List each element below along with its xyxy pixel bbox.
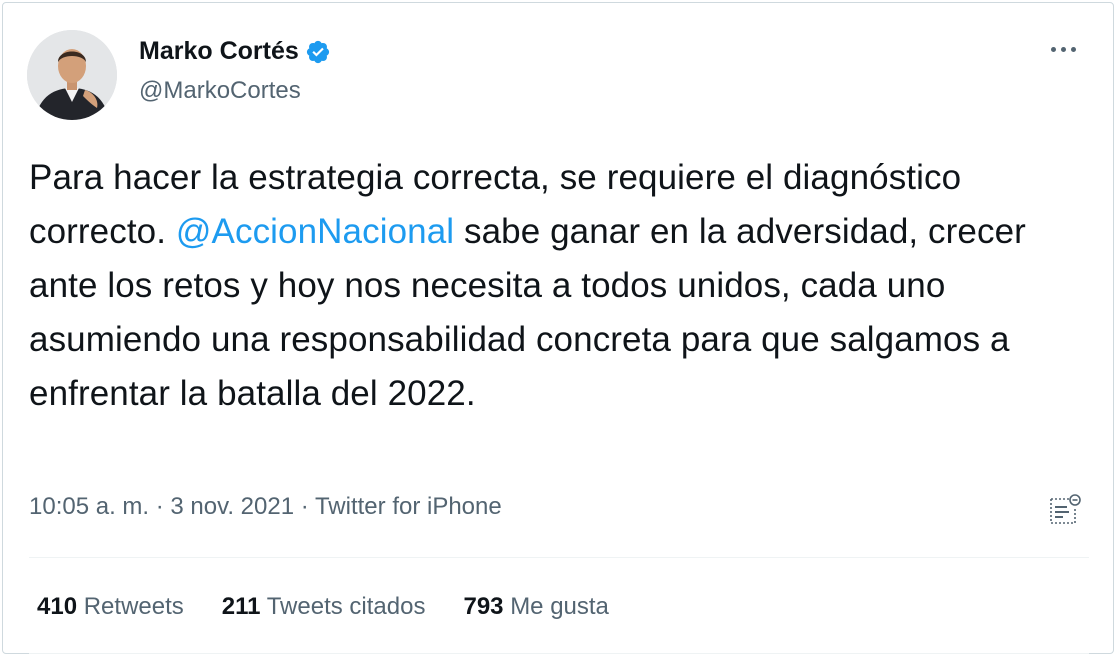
retweets-stat[interactable]: 410 Retweets	[37, 593, 184, 621]
retweets-label: Retweets	[83, 593, 184, 620]
mention-link[interactable]: @AccionNacional	[176, 212, 454, 251]
author-name[interactable]: Marko Cortés	[139, 37, 299, 66]
divider	[29, 557, 1089, 558]
tweet-source[interactable]: Twitter for iPhone	[315, 493, 502, 520]
profile-photo-icon	[27, 30, 117, 120]
analytics-icon[interactable]	[1047, 493, 1083, 527]
tweet-time[interactable]: 10:05 a. m.	[29, 493, 149, 520]
avatar[interactable]	[27, 30, 117, 120]
quotes-stat[interactable]: 211 Tweets citados	[222, 593, 426, 621]
author-name-row[interactable]: Marko Cortés	[139, 37, 331, 66]
meta-separator: ·	[149, 493, 171, 520]
likes-stat[interactable]: 793 Me gusta	[463, 593, 608, 621]
likes-label: Me gusta	[510, 593, 609, 620]
likes-count: 793	[463, 593, 504, 620]
tweet-date[interactable]: 3 nov. 2021	[170, 493, 294, 520]
retweets-count: 410	[37, 593, 78, 620]
verified-badge-icon	[306, 40, 329, 63]
tweet-text: Para hacer la estrategia correcta, se re…	[29, 151, 1089, 421]
meta-separator: ·	[294, 493, 315, 520]
quotes-count: 211	[221, 593, 261, 620]
divider	[29, 653, 1089, 654]
more-options-icon[interactable]	[1047, 38, 1079, 60]
tweet-stats: 410 Retweets 211 Tweets citados 793 Me g…	[37, 593, 609, 621]
tweet-card: Marko Cortés @MarkoCortes Para hacer la …	[2, 2, 1114, 654]
author-handle[interactable]: @MarkoCortes	[139, 77, 301, 105]
quotes-label: Tweets citados	[266, 593, 426, 620]
tweet-meta: 10:05 a. m. · 3 nov. 2021 · Twitter for …	[29, 493, 502, 521]
